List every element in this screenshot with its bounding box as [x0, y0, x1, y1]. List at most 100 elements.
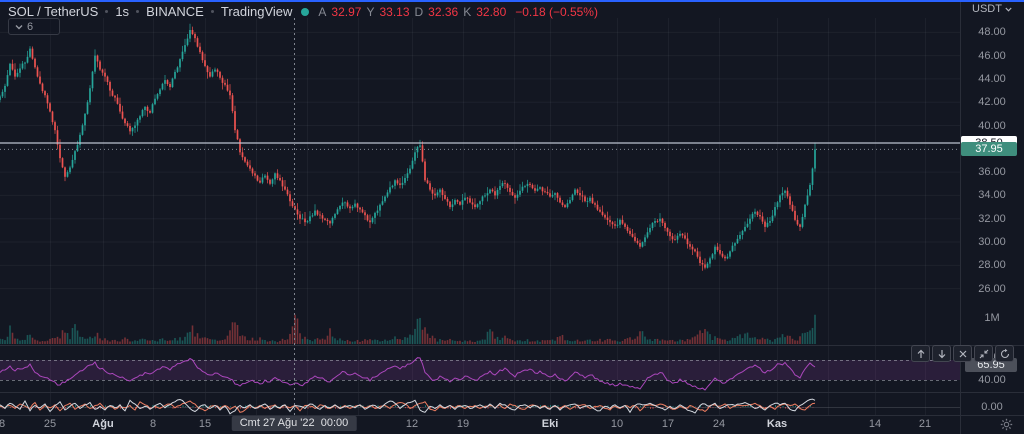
candle-body	[44, 91, 46, 95]
volume-bar	[179, 337, 181, 344]
volume-bar	[359, 342, 361, 344]
oscillator-histogram-bar	[570, 405, 571, 407]
volume-bar	[9, 325, 11, 344]
oscillator-histogram-bar	[140, 407, 141, 408]
legend-separator	[105, 10, 108, 13]
oscillator-histogram-bar	[695, 407, 696, 408]
move-pane-down-button[interactable]	[932, 345, 951, 362]
candle-body	[557, 193, 559, 198]
candle-body	[757, 212, 759, 215]
candle-body	[117, 98, 119, 104]
volume-bar	[349, 341, 351, 344]
volume-bar	[2, 339, 4, 344]
candle-body	[267, 176, 269, 180]
volume-bar	[372, 340, 374, 344]
volume-bar	[314, 339, 316, 344]
candle-body	[749, 219, 751, 224]
candle-body	[324, 219, 326, 220]
volume-bar	[14, 339, 16, 344]
candle-body	[717, 247, 719, 250]
volume-bar	[739, 334, 741, 344]
oscillator-histogram-bar	[55, 407, 56, 408]
oscillator-histogram-bar	[673, 406, 674, 407]
volume-bar	[72, 328, 74, 344]
settings-gear-icon[interactable]	[1000, 418, 1013, 434]
candle-body	[162, 84, 164, 90]
candle-body	[229, 91, 231, 96]
volume-bar	[237, 325, 239, 344]
volume-bar	[617, 341, 619, 344]
volume-bar	[584, 341, 586, 344]
oscillator-histogram-bar	[240, 407, 241, 409]
volume-bar	[647, 340, 649, 344]
candle-body	[329, 221, 331, 223]
chart-canvas[interactable]	[0, 0, 1024, 434]
candle-body	[67, 172, 69, 177]
candle-body	[592, 198, 594, 203]
volume-bar	[52, 338, 54, 344]
interval-label[interactable]: 1s	[115, 4, 129, 19]
candle-body	[482, 196, 484, 201]
market-status-icon[interactable]	[301, 8, 309, 16]
volume-bar	[782, 334, 784, 344]
volume-bar	[404, 337, 406, 344]
volume-bar	[502, 338, 504, 344]
volume-bar	[727, 341, 729, 344]
candle-body	[304, 219, 306, 223]
oscillator-histogram-bar	[480, 407, 481, 408]
chevron-down-icon	[1005, 7, 1012, 12]
candle-body	[509, 188, 511, 192]
candle-body	[254, 173, 256, 175]
volume-bar	[557, 337, 559, 344]
volume-bar	[669, 340, 671, 344]
candle-body	[619, 220, 621, 225]
candle-body	[527, 184, 529, 186]
oscillator-histogram-bar	[785, 407, 786, 409]
time-axis[interactable]: Cmt 27 Ağu '22 00:00 825Ağu8151219Eki101…	[0, 415, 1024, 434]
price-tick-label: 34.00	[960, 189, 1024, 201]
candle-body	[802, 217, 804, 227]
candle-body	[9, 64, 11, 75]
currency-dropdown[interactable]: USDT	[960, 3, 1024, 15]
volume-bar	[89, 337, 91, 344]
restore-pane-button[interactable]	[995, 345, 1014, 362]
last-price-label: 37.95	[961, 142, 1017, 156]
candle-body	[614, 224, 616, 225]
exchange-label[interactable]: BINANCE	[146, 4, 204, 19]
candle-body	[587, 201, 589, 202]
indicators-collapse-button[interactable]: 6	[8, 18, 60, 35]
candle-body	[704, 264, 706, 267]
candle-body	[702, 263, 704, 264]
candle-body	[534, 188, 536, 191]
volume-bar	[339, 338, 341, 344]
volume-bar	[182, 340, 184, 344]
oscillator-histogram-bar	[105, 405, 106, 407]
volume-bar	[374, 340, 376, 344]
candle-body	[112, 91, 114, 96]
candle-body	[524, 186, 526, 187]
oscillator-histogram-bar	[195, 407, 196, 408]
candle-body	[617, 225, 619, 226]
candle-body	[514, 195, 516, 198]
volume-bar	[279, 341, 281, 344]
oscillator-histogram-bar	[465, 406, 466, 407]
volume-bar	[322, 339, 324, 344]
candle-body	[542, 187, 544, 191]
volume-bar	[324, 340, 326, 344]
candle-body	[132, 128, 134, 131]
move-pane-up-button[interactable]	[911, 345, 930, 362]
delete-pane-button[interactable]	[953, 345, 972, 362]
volume-bar	[244, 336, 246, 344]
candle-body	[797, 220, 799, 225]
candle-body	[252, 169, 254, 174]
candle-body	[399, 183, 401, 185]
time-tick-label: 12	[395, 418, 429, 430]
candle-body	[632, 234, 634, 237]
candle-body	[469, 198, 471, 202]
candle-body	[452, 204, 454, 207]
volume-bar	[672, 340, 674, 344]
volume-bar	[234, 322, 236, 344]
maximize-pane-button[interactable]	[974, 345, 993, 362]
symbol-name[interactable]: SOL / TetherUS	[8, 4, 98, 19]
candle-body	[192, 30, 194, 34]
